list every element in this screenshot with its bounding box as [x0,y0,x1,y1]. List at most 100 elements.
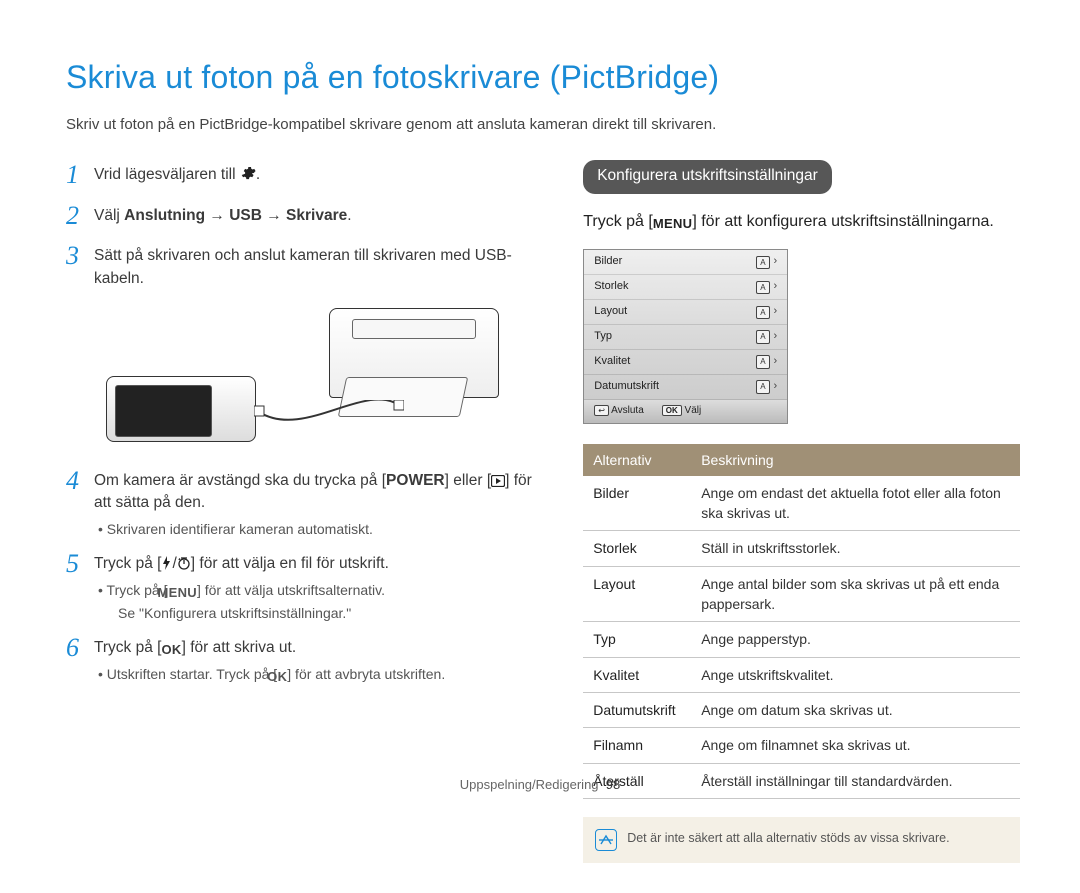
menu-label: Layout [594,304,627,320]
note-text: Det är inte säkert att alla alternativ s… [627,829,949,847]
flash-icon [161,556,172,570]
printer-menu-screenshot: BilderA› StorlekA› LayoutA› TypA› Kvalit… [583,249,788,423]
step-number: 5 [66,549,94,577]
config-column: Konfigurera utskriftsinställningar Tryck… [583,160,1020,863]
chevron-right-icon: › [774,379,778,395]
options-table: Alternativ Beskrivning BilderAnge om end… [583,444,1020,799]
table-row: BilderAnge om endast det aktuella fotot … [583,476,1020,531]
step-1: 1 Vrid lägesväljaren till . [66,160,539,190]
ok-badge: OK [662,405,682,416]
step-number: 4 [66,466,94,494]
menu-footer: ↩ Avsluta OK Välj [584,400,787,423]
sub-text: • Utskriften startar. Tryck på [ [98,666,277,682]
opt-name: Storlek [583,531,691,566]
auto-badge: A [756,330,769,344]
intro-text: ] för att konfigurera utskriftsinställni… [692,213,993,230]
step-number: 2 [66,201,94,229]
menu-item: DatumutskriftA› [584,375,787,400]
table-row: LayoutAnge antal bilder som ska skrivas … [583,566,1020,622]
auto-badge: A [756,306,769,320]
step-text: Tryck på [ [94,555,161,572]
step-3: 3 Sätt på skrivaren och anslut kameran t… [66,241,539,294]
power-key: POWER [386,472,445,489]
opt-desc: Ange utskriftskvalitet. [691,657,1020,692]
chevron-right-icon: › [774,329,778,345]
step-number: 6 [66,633,94,661]
note-box: Det är inte säkert att alla alternativ s… [583,817,1020,863]
auto-badge: A [756,281,769,295]
menu-label: Kvalitet [594,354,630,370]
info-icon [595,829,617,851]
printer-drawing [329,308,499,398]
footer-page: 98 [606,777,620,792]
intro-text: Tryck på [ [583,213,653,230]
menu-key: MENU [653,215,692,234]
opt-desc: Ange om filnamnet ska skrivas ut. [691,728,1020,763]
step-2: 2 Välj Anslutning → USB → Skrivare. [66,201,539,231]
menu-key: MENU [167,584,196,603]
step-text: Sätt på skrivaren och anslut kameran til… [94,245,539,290]
table-head-description: Beskrivning [691,444,1020,476]
chevron-right-icon: › [774,354,778,370]
auto-badge: A [756,256,769,270]
opt-name: Layout [583,566,691,622]
select-label: Välj [685,405,702,416]
step-suffix: . [347,207,351,224]
steps-column: 1 Vrid lägesväljaren till . 2 Välj Anslu… [66,160,539,863]
play-icon [491,475,505,487]
usb-cable-drawing [254,400,404,455]
opt-name: Bilder [583,476,691,531]
opt-desc: Ange om endast det aktuella fotot eller … [691,476,1020,531]
step-sub: • Tryck på [MENU] för att välja utskrift… [94,580,539,623]
table-row: KvalitetAnge utskriftskvalitet. [583,657,1020,692]
footer-section: Uppspelning/Redigering [460,777,599,792]
opt-desc: Ställ in utskriftsstorlek. [691,531,1020,566]
step-text: Om kamera är avstängd ska du trycka på [ [94,472,386,489]
auto-badge: A [756,380,769,394]
opt-name: Datumutskrift [583,692,691,727]
step-text: ] för att välja en fil för utskrift. [191,555,389,572]
menu-item: Layout A › [584,300,787,325]
step-text: Välj [94,207,124,224]
step-5: 5 Tryck på [/] för att välja en fil för … [66,549,539,623]
gear-icon [240,165,256,181]
sub-text: ] för att avbryta utskriften. [287,666,445,682]
sub-text: Se "Konfigurera utskriftsinställningar." [108,605,351,621]
camera-printer-illustration [96,308,539,448]
step-text: Vrid lägesväljaren till [94,166,240,183]
sub-text: ] för att välja utskriftsalternativ. [197,582,385,598]
table-row: StorlekStäll in utskriftsstorlek. [583,531,1020,566]
step-number: 3 [66,241,94,269]
camera-drawing [106,376,256,442]
step-bold: Anslutning → USB → Skrivare [124,207,347,224]
opt-desc: Ange antal bilder som ska skrivas ut på … [691,566,1020,622]
opt-desc: Ange papperstyp. [691,622,1020,657]
step-text: Tryck på [ [94,639,161,656]
exit-label: Avsluta [611,405,644,416]
menu-item: BilderA› [584,250,787,275]
menu-label: Storlek [594,279,628,295]
step-number: 1 [66,160,94,188]
ok-key: OK [277,668,287,687]
back-icon: ↩ [594,405,609,416]
auto-badge: A [756,355,769,369]
step-4: 4 Om kamera är avstängd ska du trycka på… [66,466,539,539]
timer-icon [177,556,191,570]
table-row: FilnamnAnge om filnamnet ska skrivas ut. [583,728,1020,763]
page-title: Skriva ut foton på en fotoskrivare (Pict… [66,54,1020,100]
step-sub: • Utskriften startar. Tryck på [OK] för … [94,664,539,687]
step-text: ] eller [ [445,472,492,489]
table-row: DatumutskriftAnge om datum ska skrivas u… [583,692,1020,727]
page-subtitle: Skriv ut foton på en PictBridge-kompatib… [66,114,1020,136]
step-text: ] för att skriva ut. [182,639,297,656]
chevron-right-icon: › [774,254,778,270]
config-header: Konfigurera utskriftsinställningar [583,160,832,193]
step-sub: • Skrivaren identifierar kameran automat… [94,519,539,539]
menu-item: TypA› [584,325,787,350]
step-text-after: . [256,166,260,183]
opt-name: Typ [583,622,691,657]
ok-key: OK [161,641,181,660]
opt-name: Filnamn [583,728,691,763]
config-intro: Tryck på [MENU] för att konfigurera utsk… [583,210,1020,234]
chevron-right-icon: › [774,304,778,320]
